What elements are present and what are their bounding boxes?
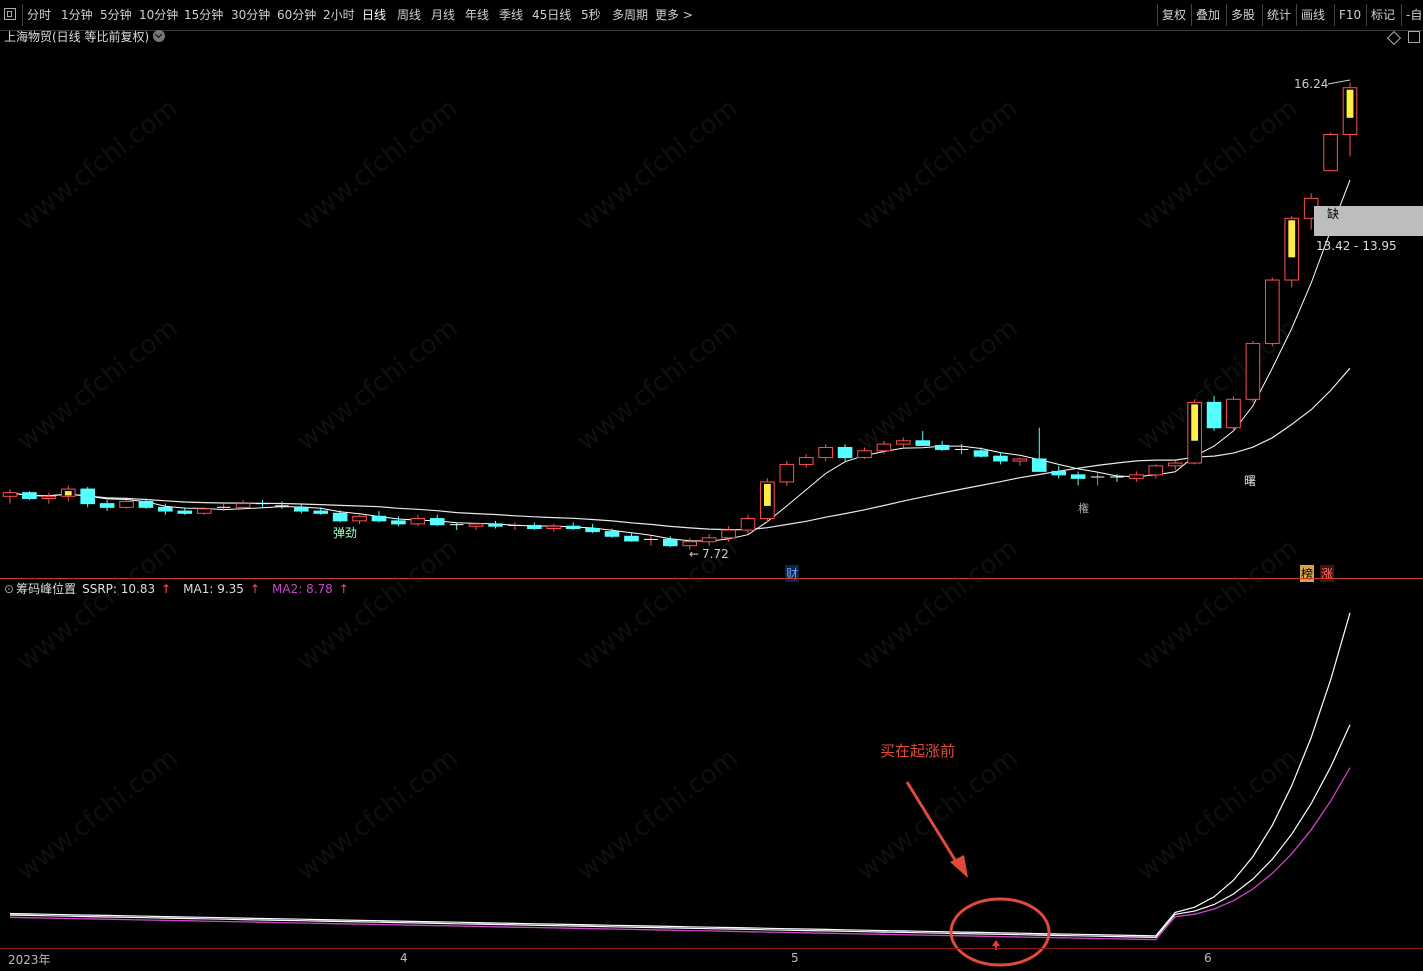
ma2-value: MA2: 8.78 ↑ — [272, 582, 349, 596]
highlight-body — [1346, 89, 1354, 118]
ma1-line — [9, 724, 1351, 939]
finance-marker[interactable]: 财 — [785, 565, 800, 582]
candle-body — [915, 440, 931, 446]
candle-body — [352, 515, 367, 522]
candle-body — [837, 446, 853, 459]
candle-body — [1265, 279, 1280, 345]
candle-body — [701, 537, 717, 543]
annotation-arrow-line — [905, 781, 962, 869]
candle-body — [798, 457, 814, 465]
candle-body — [2, 492, 18, 497]
highlight-body — [763, 483, 771, 506]
candle-body — [1148, 465, 1164, 476]
candle-body — [1206, 401, 1222, 429]
candle-body — [41, 495, 57, 499]
candle-body — [721, 529, 736, 539]
rank-marker[interactable]: 榜 — [1300, 565, 1315, 582]
candle-body — [527, 524, 542, 530]
ssrp-value: SSRP: 10.83 ↑ — [82, 582, 172, 596]
candle-body — [1070, 474, 1086, 479]
candlestick-chart[interactable] — [0, 0, 1423, 970]
candle-body — [857, 450, 872, 459]
marker-label: 弹劲 — [333, 526, 358, 540]
candle-body — [177, 510, 193, 514]
candle-body — [604, 531, 620, 537]
min-price-label: 7.72 — [702, 547, 729, 561]
candle-body — [313, 510, 329, 514]
rise-marker[interactable]: 涨 — [1320, 565, 1335, 582]
candle-body — [391, 520, 406, 525]
candle-body — [1031, 458, 1047, 472]
indicator-menu-icon[interactable]: ⊙ — [4, 582, 14, 596]
candle-body — [235, 503, 251, 508]
candle-body — [1167, 462, 1183, 467]
highlight-body — [64, 491, 72, 496]
panel-divider[interactable] — [0, 578, 1423, 579]
candle-body — [1245, 343, 1261, 400]
axis-month-4: 4 — [400, 951, 408, 965]
candle-body — [565, 525, 581, 530]
ma1-value: MA1: 9.35 ↑ — [183, 582, 261, 596]
candle-body — [1012, 458, 1028, 462]
gap-label: 缺 — [1327, 207, 1340, 221]
candle-body — [1323, 134, 1338, 172]
candle-body — [468, 523, 484, 527]
candle-body — [99, 503, 115, 508]
candle-body — [934, 444, 950, 450]
candle-body — [22, 492, 37, 499]
candle-body — [332, 512, 348, 522]
candle-body — [80, 488, 95, 505]
marker-label: 曙 — [1244, 474, 1257, 488]
candle-body — [585, 528, 600, 533]
annotation-text: 买在起涨前 — [880, 742, 956, 760]
candle-body — [546, 525, 562, 530]
candle-body — [371, 515, 387, 522]
max-arrow-line — [1327, 79, 1351, 85]
candle-body — [138, 500, 154, 508]
marker-label: 権 — [1078, 502, 1089, 515]
gap-range-label: 13.42 - 13.95 — [1316, 239, 1397, 253]
candle-body — [740, 518, 756, 531]
ma5-line — [9, 179, 1351, 542]
candle-body — [973, 450, 989, 457]
min-arrow-icon: ← — [689, 547, 700, 561]
candle-body — [779, 463, 795, 483]
axis-year: 2023年 — [8, 953, 51, 967]
indicator-title[interactable]: ⊙ 筹码峰位置 SSRP: 10.83 ↑ MA1: 9.35 ↑ MA2: 8.78 ↑ — [4, 580, 361, 597]
candle-body — [1051, 470, 1066, 476]
ma20-line — [9, 367, 1351, 531]
indicator-name: 筹码峰位置 — [16, 582, 77, 596]
date-axis: 2023年 4 5 6 — [0, 948, 1423, 971]
highlight-body — [1288, 220, 1296, 258]
candle-body — [993, 455, 1008, 462]
candle-body — [1129, 474, 1144, 479]
candle-body — [1226, 398, 1241, 429]
candle-body — [158, 506, 173, 512]
candle-body — [876, 443, 892, 452]
candle-body — [196, 508, 212, 514]
candle-body — [624, 535, 639, 542]
highlight-body — [1191, 404, 1199, 441]
candle-body — [119, 500, 134, 508]
ma2-line — [9, 767, 1351, 941]
gap-box: 缺 — [1314, 206, 1423, 236]
candle-body — [662, 538, 678, 547]
candle-body — [429, 518, 445, 526]
candle-body — [488, 523, 503, 527]
candle-body — [682, 541, 698, 547]
axis-month-6: 6 — [1204, 951, 1212, 965]
candle-body — [818, 446, 833, 459]
max-price-label: 16.24 — [1294, 77, 1329, 91]
candle-body — [410, 518, 426, 525]
ssrp-line — [9, 612, 1351, 937]
axis-month-5: 5 — [791, 951, 799, 965]
candle-body — [294, 506, 309, 512]
candle-body — [896, 440, 911, 445]
